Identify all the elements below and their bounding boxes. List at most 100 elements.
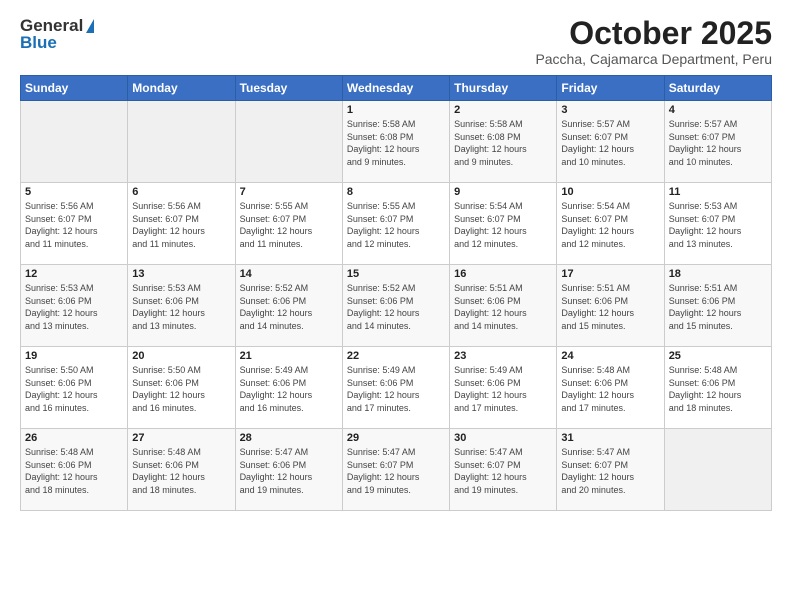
- day-info: Sunrise: 5:50 AM Sunset: 6:06 PM Dayligh…: [25, 364, 123, 414]
- day-cell: 28 Sunrise: 5:47 AM Sunset: 6:06 PM Dayli…: [235, 429, 342, 511]
- day-cell: 20Sunrise: 5:50 AM Sunset: 6:06 PM Dayli…: [128, 347, 235, 429]
- day-number: 1: [347, 104, 445, 116]
- day-number: 25: [669, 350, 767, 362]
- day-number: 15: [347, 268, 445, 280]
- day-cell: 14 Sunrise: 5:52 AM Sunset: 6:06 PM Dayli…: [235, 265, 342, 347]
- day-number: 10: [561, 186, 659, 198]
- day-info: Sunrise: 5:51 AM Sunset: 6:06 PM Dayligh…: [561, 282, 659, 332]
- day-header-thursday: Thursday: [450, 76, 557, 101]
- day-info: Sunrise: 5:58 AM Sunset: 6:08 PM Dayligh…: [347, 118, 445, 168]
- day-number: 23: [454, 350, 552, 362]
- day-number: 30: [454, 432, 552, 444]
- day-number: 14: [240, 268, 338, 280]
- day-info: Sunrise: 5:53 AM Sunset: 6:06 PM Dayligh…: [132, 282, 230, 332]
- day-cell: 15 Sunrise: 5:52 AM Sunset: 6:06 PM Dayli…: [342, 265, 449, 347]
- day-info: Sunrise: 5:49 AM Sunset: 6:06 PM Dayligh…: [240, 364, 338, 414]
- day-number: 26: [25, 432, 123, 444]
- week-row-1: 1 Sunrise: 5:58 AM Sunset: 6:08 PM Daylig…: [21, 101, 772, 183]
- day-info: Sunrise: 5:49 AM Sunset: 6:06 PM Dayligh…: [454, 364, 552, 414]
- day-info: Sunrise: 5:48 AM Sunset: 6:06 PM Dayligh…: [132, 446, 230, 496]
- day-cell: 30 Sunrise: 5:47 AM Sunset: 6:07 PM Dayli…: [450, 429, 557, 511]
- day-info: Sunrise: 5:53 AM Sunset: 6:07 PM Dayligh…: [669, 200, 767, 250]
- day-number: 4: [669, 104, 767, 116]
- calendar-header: General Blue October 2025 Paccha, Cajama…: [20, 16, 772, 67]
- day-number: 11: [669, 186, 767, 198]
- day-number: 27: [132, 432, 230, 444]
- calendar-table: SundayMondayTuesdayWednesdayThursdayFrid…: [20, 75, 772, 511]
- day-number: 19: [25, 350, 123, 362]
- day-cell: 9Sunrise: 5:54 AM Sunset: 6:07 PM Daylig…: [450, 183, 557, 265]
- day-number: 17: [561, 268, 659, 280]
- day-cell: 13Sunrise: 5:53 AM Sunset: 6:06 PM Dayli…: [128, 265, 235, 347]
- day-info: Sunrise: 5:47 AM Sunset: 6:07 PM Dayligh…: [561, 446, 659, 496]
- day-cell: [21, 101, 128, 183]
- day-header-sunday: Sunday: [21, 76, 128, 101]
- day-cell: 8 Sunrise: 5:55 AM Sunset: 6:07 PM Daylig…: [342, 183, 449, 265]
- day-info: Sunrise: 5:57 AM Sunset: 6:07 PM Dayligh…: [561, 118, 659, 168]
- day-cell: 19 Sunrise: 5:50 AM Sunset: 6:06 PM Dayli…: [21, 347, 128, 429]
- day-info: Sunrise: 5:52 AM Sunset: 6:06 PM Dayligh…: [240, 282, 338, 332]
- week-row-5: 26 Sunrise: 5:48 AM Sunset: 6:06 PM Dayli…: [21, 429, 772, 511]
- day-info: Sunrise: 5:50 AM Sunset: 6:06 PM Dayligh…: [132, 364, 230, 414]
- logo: General Blue: [20, 16, 94, 52]
- day-cell: 27 Sunrise: 5:48 AM Sunset: 6:06 PM Dayli…: [128, 429, 235, 511]
- day-cell: 23 Sunrise: 5:49 AM Sunset: 6:06 PM Dayli…: [450, 347, 557, 429]
- day-info: Sunrise: 5:54 AM Sunset: 6:07 PM Dayligh…: [454, 200, 552, 250]
- day-cell: 2Sunrise: 5:58 AM Sunset: 6:08 PM Daylig…: [450, 101, 557, 183]
- day-header-monday: Monday: [128, 76, 235, 101]
- logo-blue-text: Blue: [20, 34, 94, 53]
- day-info: Sunrise: 5:48 AM Sunset: 6:06 PM Dayligh…: [561, 364, 659, 414]
- day-cell: 10 Sunrise: 5:54 AM Sunset: 6:07 PM Dayli…: [557, 183, 664, 265]
- day-info: Sunrise: 5:47 AM Sunset: 6:07 PM Dayligh…: [347, 446, 445, 496]
- day-info: Sunrise: 5:51 AM Sunset: 6:06 PM Dayligh…: [454, 282, 552, 332]
- day-number: 16: [454, 268, 552, 280]
- day-number: 24: [561, 350, 659, 362]
- day-cell: 24 Sunrise: 5:48 AM Sunset: 6:06 PM Dayli…: [557, 347, 664, 429]
- day-number: 3: [561, 104, 659, 116]
- day-cell: 4 Sunrise: 5:57 AM Sunset: 6:07 PM Daylig…: [664, 101, 771, 183]
- day-cell: 26Sunrise: 5:48 AM Sunset: 6:06 PM Dayli…: [21, 429, 128, 511]
- day-header-saturday: Saturday: [664, 76, 771, 101]
- day-info: Sunrise: 5:57 AM Sunset: 6:07 PM Dayligh…: [669, 118, 767, 168]
- calendar-container: General Blue October 2025 Paccha, Cajama…: [0, 0, 792, 612]
- day-number: 21: [240, 350, 338, 362]
- day-info: Sunrise: 5:56 AM Sunset: 6:07 PM Dayligh…: [132, 200, 230, 250]
- day-info: Sunrise: 5:54 AM Sunset: 6:07 PM Dayligh…: [561, 200, 659, 250]
- day-info: Sunrise: 5:47 AM Sunset: 6:07 PM Dayligh…: [454, 446, 552, 496]
- location: Paccha, Cajamarca Department, Peru: [535, 51, 772, 67]
- days-header-row: SundayMondayTuesdayWednesdayThursdayFrid…: [21, 76, 772, 101]
- day-cell: 6 Sunrise: 5:56 AM Sunset: 6:07 PM Daylig…: [128, 183, 235, 265]
- day-info: Sunrise: 5:49 AM Sunset: 6:06 PM Dayligh…: [347, 364, 445, 414]
- day-header-friday: Friday: [557, 76, 664, 101]
- day-info: Sunrise: 5:52 AM Sunset: 6:06 PM Dayligh…: [347, 282, 445, 332]
- day-cell: [128, 101, 235, 183]
- day-cell: 18Sunrise: 5:51 AM Sunset: 6:06 PM Dayli…: [664, 265, 771, 347]
- day-cell: 17 Sunrise: 5:51 AM Sunset: 6:06 PM Dayli…: [557, 265, 664, 347]
- logo-icon: [86, 19, 94, 33]
- day-info: Sunrise: 5:55 AM Sunset: 6:07 PM Dayligh…: [240, 200, 338, 250]
- day-number: 8: [347, 186, 445, 198]
- day-cell: 29 Sunrise: 5:47 AM Sunset: 6:07 PM Dayli…: [342, 429, 449, 511]
- week-row-4: 19 Sunrise: 5:50 AM Sunset: 6:06 PM Dayli…: [21, 347, 772, 429]
- day-header-tuesday: Tuesday: [235, 76, 342, 101]
- day-cell: 21 Sunrise: 5:49 AM Sunset: 6:06 PM Dayli…: [235, 347, 342, 429]
- day-info: Sunrise: 5:51 AM Sunset: 6:06 PM Dayligh…: [669, 282, 767, 332]
- day-number: 6: [132, 186, 230, 198]
- day-cell: [235, 101, 342, 183]
- day-info: Sunrise: 5:56 AM Sunset: 6:07 PM Dayligh…: [25, 200, 123, 250]
- day-cell: 7 Sunrise: 5:55 AM Sunset: 6:07 PM Daylig…: [235, 183, 342, 265]
- week-row-3: 12Sunrise: 5:53 AM Sunset: 6:06 PM Dayli…: [21, 265, 772, 347]
- day-info: Sunrise: 5:48 AM Sunset: 6:06 PM Dayligh…: [669, 364, 767, 414]
- day-number: 7: [240, 186, 338, 198]
- day-cell: 12Sunrise: 5:53 AM Sunset: 6:06 PM Dayli…: [21, 265, 128, 347]
- day-info: Sunrise: 5:47 AM Sunset: 6:06 PM Dayligh…: [240, 446, 338, 496]
- day-info: Sunrise: 5:55 AM Sunset: 6:07 PM Dayligh…: [347, 200, 445, 250]
- day-cell: 16 Sunrise: 5:51 AM Sunset: 6:06 PM Dayli…: [450, 265, 557, 347]
- day-number: 28: [240, 432, 338, 444]
- day-cell: 25 Sunrise: 5:48 AM Sunset: 6:06 PM Dayli…: [664, 347, 771, 429]
- day-cell: 22Sunrise: 5:49 AM Sunset: 6:06 PM Dayli…: [342, 347, 449, 429]
- day-info: Sunrise: 5:58 AM Sunset: 6:08 PM Dayligh…: [454, 118, 552, 168]
- day-number: 31: [561, 432, 659, 444]
- day-header-wednesday: Wednesday: [342, 76, 449, 101]
- day-number: 29: [347, 432, 445, 444]
